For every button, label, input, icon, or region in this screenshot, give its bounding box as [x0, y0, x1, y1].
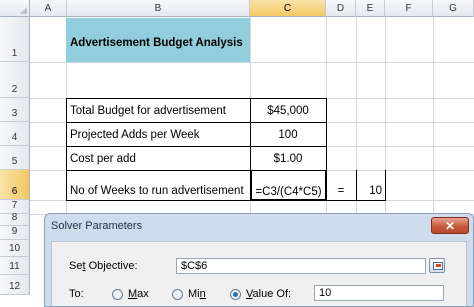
to-label: To:: [69, 288, 84, 300]
column-header-a[interactable]: A: [30, 0, 67, 17]
row-header-9[interactable]: 9: [0, 226, 30, 240]
gridline: [30, 62, 474, 63]
row-header-12[interactable]: 12: [0, 275, 30, 295]
label-part: alue Of:: [252, 288, 292, 300]
row-header-5[interactable]: 5: [0, 146, 30, 170]
cell-b4[interactable]: Projected Adds per Week: [66, 122, 251, 147]
row-header-4[interactable]: 4: [0, 122, 30, 146]
row-header-8[interactable]: 8: [0, 212, 30, 226]
collapse-dialog-icon[interactable]: [429, 258, 445, 273]
cell-c6-active[interactable]: =C3/(C4*C5): [250, 170, 327, 201]
row-number: 10: [8, 243, 21, 254]
row-header-2[interactable]: 2: [0, 62, 30, 98]
cell-b6[interactable]: No of Weeks to run advertisement: [66, 170, 251, 201]
value-of-label[interactable]: Value Of:: [246, 288, 291, 300]
row-number: 9: [11, 226, 18, 237]
set-objective-input[interactable]: $C$6: [176, 258, 426, 274]
row-number: 6: [11, 186, 18, 197]
max-label[interactable]: Max: [128, 288, 149, 300]
row-header-1[interactable]: 1: [0, 17, 30, 62]
label-part: Se: [69, 260, 83, 272]
max-radio[interactable]: [112, 289, 123, 300]
column-header-e[interactable]: E: [356, 0, 385, 17]
row-header-11[interactable]: 11: [0, 257, 30, 275]
label-part: Objective:: [85, 260, 138, 272]
column-header-c[interactable]: C: [250, 0, 326, 17]
label-accelerator: n: [199, 288, 206, 300]
label-part: ax: [137, 288, 149, 300]
select-all-corner[interactable]: [0, 0, 30, 17]
solver-parameters-dialog: Solver Parameters ✕ Set Objective: $C$6 …: [44, 213, 474, 307]
min-label[interactable]: Min: [188, 288, 206, 300]
row-header-10[interactable]: 10: [0, 240, 30, 257]
cell-c5[interactable]: $1.00: [250, 146, 327, 171]
dialog-body: Set Objective: $C$6 To: Max Min Value Of…: [51, 241, 467, 306]
set-objective-label: Set Objective:: [69, 260, 138, 272]
row-number: 7: [11, 200, 18, 211]
column-header-b[interactable]: B: [67, 0, 250, 17]
row-number: 1: [11, 48, 18, 59]
row-number: 4: [11, 132, 18, 143]
row-header-3[interactable]: 3: [0, 98, 30, 122]
row-number: 5: [11, 156, 18, 167]
row-header-6[interactable]: 6: [0, 170, 30, 200]
cell-c4[interactable]: 100: [250, 122, 327, 147]
row-number: 11: [9, 261, 20, 272]
close-button[interactable]: ✕: [431, 217, 469, 234]
min-radio[interactable]: [172, 289, 183, 300]
value-of-input[interactable]: 10: [314, 285, 444, 301]
value-of-radio[interactable]: [230, 289, 241, 300]
row-number: 2: [11, 84, 18, 95]
cell-c3[interactable]: $45,000: [250, 98, 327, 123]
row-number: 3: [11, 108, 18, 119]
cell-b5[interactable]: Cost per add: [66, 146, 251, 171]
label-part: Mi: [188, 288, 200, 300]
cell-e6[interactable]: 10: [356, 170, 386, 201]
dialog-title: Solver Parameters: [51, 220, 143, 232]
cell-b3[interactable]: Total Budget for advertisement: [66, 98, 251, 123]
cell-d6[interactable]: =: [326, 170, 357, 201]
row-number: 12: [8, 281, 21, 292]
label-accelerator: M: [128, 288, 138, 300]
column-header-f[interactable]: F: [385, 0, 433, 17]
column-header-d[interactable]: D: [326, 0, 356, 17]
column-header-g[interactable]: G: [433, 0, 474, 17]
cell-b1-title[interactable]: Advertisement Budget Analysis: [66, 18, 250, 62]
row-number: 8: [11, 212, 18, 223]
